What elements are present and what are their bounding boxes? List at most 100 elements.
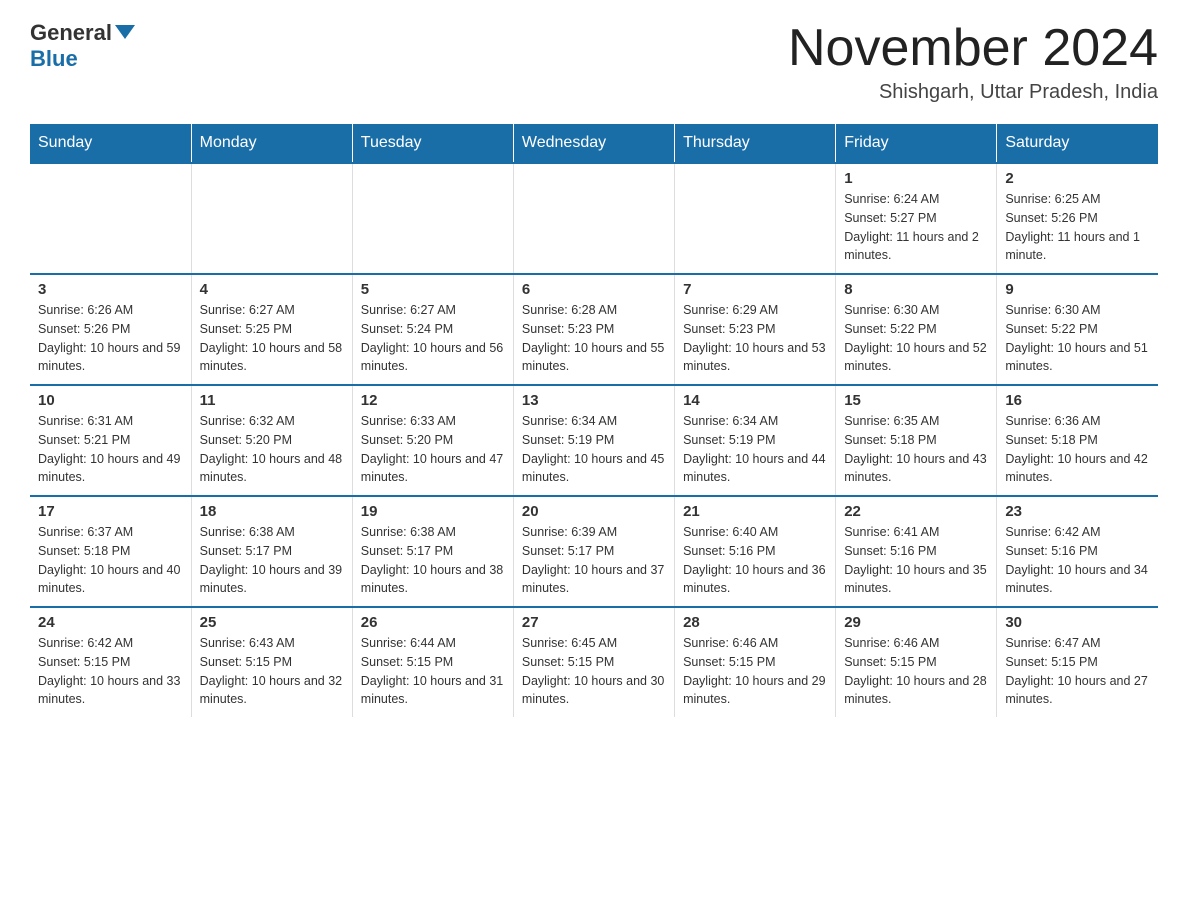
- calendar-cell: 7 Sunrise: 6:29 AM Sunset: 5:23 PM Daylig…: [675, 274, 836, 385]
- calendar-cell: 26Sunrise: 6:44 AM Sunset: 5:15 PM Dayli…: [352, 607, 513, 717]
- calendar-cell: 29Sunrise: 6:46 AM Sunset: 5:15 PM Dayli…: [836, 607, 997, 717]
- calendar-cell: 8 Sunrise: 6:30 AM Sunset: 5:22 PM Daylig…: [836, 274, 997, 385]
- calendar-cell: 14 Sunrise: 6:34 AM Sunset: 5:19 PM Dayli…: [675, 385, 836, 496]
- day-info: Sunrise: 6:46 AM Sunset: 5:15 PM Dayligh…: [683, 634, 827, 709]
- calendar-cell: 2 Sunrise: 6:25 AM Sunset: 5:26 PM Daylig…: [997, 163, 1158, 274]
- calendar-cell: [513, 163, 674, 274]
- day-number: 17: [38, 503, 183, 520]
- day-number: 4: [200, 281, 344, 298]
- day-info: Sunrise: 6:44 AM Sunset: 5:15 PM Dayligh…: [361, 634, 505, 709]
- day-number: 29: [844, 614, 988, 631]
- day-number: 5: [361, 281, 505, 298]
- day-info: Sunrise: 6:34 AM Sunset: 5:19 PM Dayligh…: [683, 412, 827, 487]
- day-info: Sunrise: 6:24 AM Sunset: 5:27 PM Dayligh…: [844, 190, 988, 265]
- day-header-thursday: Thursday: [675, 124, 836, 163]
- day-info: Sunrise: 6:31 AM Sunset: 5:21 PM Dayligh…: [38, 412, 183, 487]
- calendar-cell: 23 Sunrise: 6:42 AM Sunset: 5:16 PM Dayli…: [997, 496, 1158, 607]
- day-number: 23: [1005, 503, 1150, 520]
- day-info: Sunrise: 6:47 AM Sunset: 5:15 PM Dayligh…: [1005, 634, 1150, 709]
- location-text: Shishgarh, Uttar Pradesh, India: [788, 81, 1158, 104]
- day-number: 2: [1005, 170, 1150, 187]
- calendar-cell: 27 Sunrise: 6:45 AM Sunset: 5:15 PM Dayli…: [513, 607, 674, 717]
- calendar-cell: 1 Sunrise: 6:24 AM Sunset: 5:27 PM Daylig…: [836, 163, 997, 274]
- calendar-cell: [191, 163, 352, 274]
- day-header-wednesday: Wednesday: [513, 124, 674, 163]
- day-info: Sunrise: 6:25 AM Sunset: 5:26 PM Dayligh…: [1005, 190, 1150, 265]
- calendar-cell: [30, 163, 191, 274]
- calendar-cell: 18 Sunrise: 6:38 AM Sunset: 5:17 PM Dayli…: [191, 496, 352, 607]
- day-number: 7: [683, 281, 827, 298]
- calendar-cell: 6 Sunrise: 6:28 AM Sunset: 5:23 PM Daylig…: [513, 274, 674, 385]
- day-number: 30: [1005, 614, 1150, 631]
- calendar-cell: 13 Sunrise: 6:34 AM Sunset: 5:19 PM Dayli…: [513, 385, 674, 496]
- day-header-monday: Monday: [191, 124, 352, 163]
- day-number: 1: [844, 170, 988, 187]
- day-header-saturday: Saturday: [997, 124, 1158, 163]
- day-info: Sunrise: 6:34 AM Sunset: 5:19 PM Dayligh…: [522, 412, 666, 487]
- day-number: 8: [844, 281, 988, 298]
- calendar-cell: 20 Sunrise: 6:39 AM Sunset: 5:17 PM Dayli…: [513, 496, 674, 607]
- day-info: Sunrise: 6:30 AM Sunset: 5:22 PM Dayligh…: [844, 301, 988, 376]
- day-number: 28: [683, 614, 827, 631]
- calendar-cell: 3Sunrise: 6:26 AM Sunset: 5:26 PM Daylig…: [30, 274, 191, 385]
- calendar-cell: 28 Sunrise: 6:46 AM Sunset: 5:15 PM Dayli…: [675, 607, 836, 717]
- month-title: November 2024: [788, 20, 1158, 77]
- day-info: Sunrise: 6:38 AM Sunset: 5:17 PM Dayligh…: [200, 523, 344, 598]
- day-number: 19: [361, 503, 505, 520]
- day-header-sunday: Sunday: [30, 124, 191, 163]
- calendar-cell: 4 Sunrise: 6:27 AM Sunset: 5:25 PM Daylig…: [191, 274, 352, 385]
- day-number: 16: [1005, 392, 1150, 409]
- day-info: Sunrise: 6:41 AM Sunset: 5:16 PM Dayligh…: [844, 523, 988, 598]
- day-number: 13: [522, 392, 666, 409]
- day-number: 22: [844, 503, 988, 520]
- day-info: Sunrise: 6:45 AM Sunset: 5:15 PM Dayligh…: [522, 634, 666, 709]
- day-number: 21: [683, 503, 827, 520]
- page-header: General Blue November 2024 Shishgarh, Ut…: [30, 20, 1158, 104]
- day-number: 27: [522, 614, 666, 631]
- logo: General Blue: [30, 20, 135, 72]
- logo-blue-text: Blue: [30, 46, 78, 72]
- day-header-friday: Friday: [836, 124, 997, 163]
- day-number: 15: [844, 392, 988, 409]
- day-info: Sunrise: 6:36 AM Sunset: 5:18 PM Dayligh…: [1005, 412, 1150, 487]
- day-info: Sunrise: 6:39 AM Sunset: 5:17 PM Dayligh…: [522, 523, 666, 598]
- day-info: Sunrise: 6:29 AM Sunset: 5:23 PM Dayligh…: [683, 301, 827, 376]
- logo-general-word: General: [30, 20, 112, 46]
- day-info: Sunrise: 6:43 AM Sunset: 5:15 PM Dayligh…: [200, 634, 344, 709]
- day-info: Sunrise: 6:40 AM Sunset: 5:16 PM Dayligh…: [683, 523, 827, 598]
- day-info: Sunrise: 6:28 AM Sunset: 5:23 PM Dayligh…: [522, 301, 666, 376]
- day-info: Sunrise: 6:33 AM Sunset: 5:20 PM Dayligh…: [361, 412, 505, 487]
- calendar-cell: 21 Sunrise: 6:40 AM Sunset: 5:16 PM Dayli…: [675, 496, 836, 607]
- day-number: 10: [38, 392, 183, 409]
- logo-arrow-icon: [115, 25, 135, 39]
- calendar-cell: 22 Sunrise: 6:41 AM Sunset: 5:16 PM Dayli…: [836, 496, 997, 607]
- calendar-cell: 24Sunrise: 6:42 AM Sunset: 5:15 PM Dayli…: [30, 607, 191, 717]
- calendar-cell: 10 Sunrise: 6:31 AM Sunset: 5:21 PM Dayli…: [30, 385, 191, 496]
- calendar-cell: [352, 163, 513, 274]
- calendar-week-row: 17Sunrise: 6:37 AM Sunset: 5:18 PM Dayli…: [30, 496, 1158, 607]
- day-info: Sunrise: 6:42 AM Sunset: 5:16 PM Dayligh…: [1005, 523, 1150, 598]
- day-number: 11: [200, 392, 344, 409]
- day-number: 6: [522, 281, 666, 298]
- calendar-cell: 15 Sunrise: 6:35 AM Sunset: 5:18 PM Dayli…: [836, 385, 997, 496]
- day-info: Sunrise: 6:30 AM Sunset: 5:22 PM Dayligh…: [1005, 301, 1150, 376]
- day-header-tuesday: Tuesday: [352, 124, 513, 163]
- day-info: Sunrise: 6:27 AM Sunset: 5:25 PM Dayligh…: [200, 301, 344, 376]
- day-number: 14: [683, 392, 827, 409]
- day-info: Sunrise: 6:27 AM Sunset: 5:24 PM Dayligh…: [361, 301, 505, 376]
- day-info: Sunrise: 6:35 AM Sunset: 5:18 PM Dayligh…: [844, 412, 988, 487]
- calendar-cell: 25Sunrise: 6:43 AM Sunset: 5:15 PM Dayli…: [191, 607, 352, 717]
- calendar-cell: 9Sunrise: 6:30 AM Sunset: 5:22 PM Daylig…: [997, 274, 1158, 385]
- title-section: November 2024 Shishgarh, Uttar Pradesh, …: [788, 20, 1158, 104]
- calendar-header-row: SundayMondayTuesdayWednesdayThursdayFrid…: [30, 124, 1158, 163]
- calendar-cell: [675, 163, 836, 274]
- day-number: 24: [38, 614, 183, 631]
- day-number: 20: [522, 503, 666, 520]
- logo-general-text: General: [30, 20, 135, 46]
- calendar-week-row: 24Sunrise: 6:42 AM Sunset: 5:15 PM Dayli…: [30, 607, 1158, 717]
- day-number: 18: [200, 503, 344, 520]
- calendar-cell: 16 Sunrise: 6:36 AM Sunset: 5:18 PM Dayli…: [997, 385, 1158, 496]
- calendar-week-row: 10 Sunrise: 6:31 AM Sunset: 5:21 PM Dayli…: [30, 385, 1158, 496]
- calendar-week-row: 3Sunrise: 6:26 AM Sunset: 5:26 PM Daylig…: [30, 274, 1158, 385]
- day-number: 3: [38, 281, 183, 298]
